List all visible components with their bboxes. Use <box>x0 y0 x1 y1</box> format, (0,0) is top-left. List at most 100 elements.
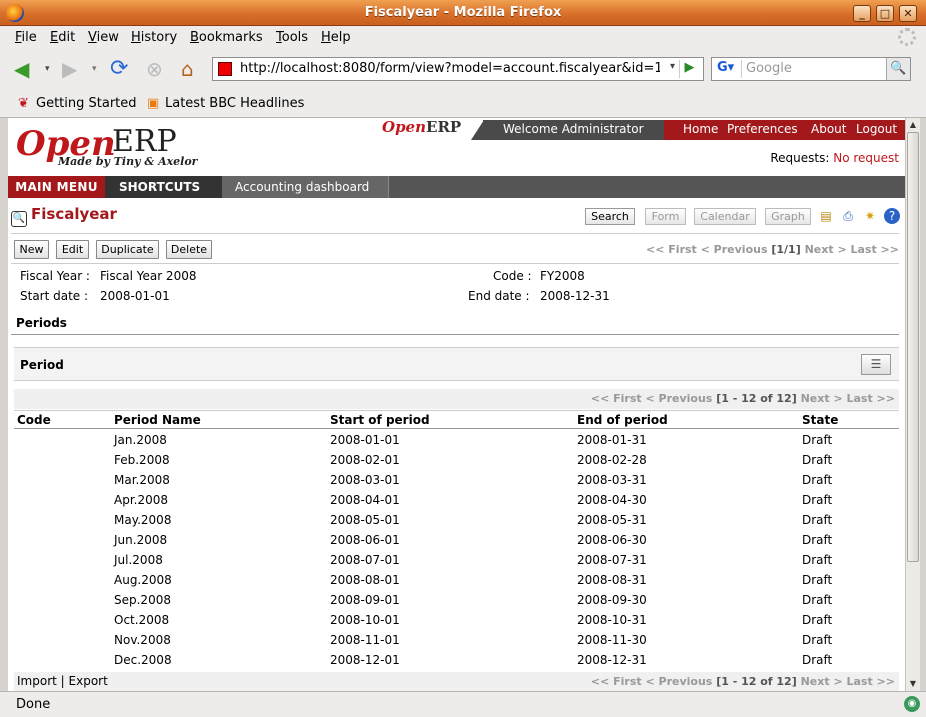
cell-state: Draft <box>802 633 833 647</box>
menu-edit[interactable]: Edit <box>50 30 75 45</box>
close-button[interactable]: ✕ <box>899 5 917 22</box>
delete-button[interactable]: Delete <box>166 240 212 259</box>
divider <box>11 233 899 234</box>
main-menu-tab[interactable]: MAIN MENU <box>8 176 105 198</box>
new-button[interactable]: New <box>14 240 49 259</box>
scroll-thumb[interactable] <box>907 132 919 562</box>
cell-name: Jun.2008 <box>114 533 168 547</box>
table-row[interactable]: Aug.2008 2008-08-01 2008-08-31 Draft <box>14 571 899 591</box>
url-bar[interactable]: http://localhost:8080/form/view?model=ac… <box>212 57 704 81</box>
top-user-bar: Welcome Administrator Home Preferences A… <box>471 120 905 140</box>
end-date-value: 2008-12-31 <box>540 289 610 303</box>
table-row[interactable]: Apr.2008 2008-04-01 2008-04-30 Draft <box>14 491 899 511</box>
menu-file[interactable]: File <box>15 30 37 45</box>
reload-icon[interactable]: ⟳ <box>110 56 128 82</box>
go-arrow-icon[interactable]: ▶ <box>679 60 699 78</box>
table-row[interactable]: Mar.2008 2008-03-01 2008-03-31 Draft <box>14 471 899 491</box>
stop-icon[interactable]: ⊗ <box>146 56 163 82</box>
url-text[interactable]: http://localhost:8080/form/view?model=ac… <box>240 61 660 76</box>
requests-label: Requests: <box>770 151 830 165</box>
bookmark-getting-started[interactable]: Getting Started <box>36 96 137 111</box>
google-engine-icon[interactable]: G▾ <box>714 60 742 78</box>
form-pager[interactable]: << First < Previous [1/1] Next > Last >> <box>646 243 899 256</box>
maximize-button[interactable]: □ <box>876 5 894 22</box>
grid-footer-pager[interactable]: << First < Previous [1 - 12 of 12] Next … <box>591 675 895 688</box>
scroll-down-icon[interactable]: ▼ <box>906 677 920 691</box>
shortcut-accounting-dashboard[interactable]: Accounting dashboard <box>222 176 389 198</box>
menu-history[interactable]: History <box>131 30 177 45</box>
graph-view-button[interactable]: Graph <box>765 208 811 225</box>
minimize-button[interactable]: _ <box>853 5 871 22</box>
export-link[interactable]: Export <box>69 674 108 688</box>
cell-state: Draft <box>802 453 833 467</box>
getting-started-icon: ❦ <box>18 96 29 111</box>
cell-start: 2008-05-01 <box>330 513 400 527</box>
search-icon[interactable]: 🔍 <box>886 58 910 80</box>
cell-end: 2008-03-31 <box>577 473 647 487</box>
scroll-up-icon[interactable]: ▲ <box>906 118 920 132</box>
back-history-chevron-icon[interactable]: ▾ <box>45 56 50 82</box>
table-row[interactable]: Feb.2008 2008-02-01 2008-02-28 Draft <box>14 451 899 471</box>
help-icon[interactable]: ? <box>884 208 900 224</box>
cell-name: Feb.2008 <box>114 453 170 467</box>
search-placeholder[interactable]: Google <box>746 61 792 76</box>
form-title: 🔍 Fiscalyear <box>11 205 117 227</box>
grid-pager[interactable]: << First < Previous [1 - 12 of 12] Next … <box>591 392 895 405</box>
notes-icon[interactable]: ▤ <box>818 208 834 224</box>
column-start-of-period[interactable]: Start of period <box>330 413 430 427</box>
search-box[interactable]: G▾ Google 🔍 <box>711 57 911 81</box>
shortcuts-tab[interactable]: SHORTCUTS <box>105 176 225 198</box>
requests-value[interactable]: No request <box>833 151 899 165</box>
menu-view[interactable]: View <box>88 30 119 45</box>
back-arrow-icon[interactable]: ◀ <box>14 56 29 82</box>
menu-bookmarks[interactable]: Bookmarks <box>190 30 263 45</box>
table-row[interactable]: Sep.2008 2008-09-01 2008-09-30 Draft <box>14 591 899 611</box>
home-icon[interactable]: ⌂ <box>181 56 194 82</box>
vertical-scrollbar[interactable]: ▲ ▼ <box>905 118 920 691</box>
addon-status-icon[interactable]: ◉ <box>904 696 920 712</box>
url-dropdown-icon[interactable]: ▾ <box>670 61 675 72</box>
form-view-button[interactable]: Form <box>645 208 686 225</box>
table-row[interactable]: Oct.2008 2008-10-01 2008-10-31 Draft <box>14 611 899 631</box>
column-end-of-period[interactable]: End of period <box>577 413 668 427</box>
cell-end: 2008-06-30 <box>577 533 647 547</box>
table-row[interactable]: May.2008 2008-05-01 2008-05-31 Draft <box>14 511 899 531</box>
cell-state: Draft <box>802 433 833 447</box>
table-row[interactable]: Jun.2008 2008-06-01 2008-06-30 Draft <box>14 531 899 551</box>
cell-end: 2008-05-31 <box>577 513 647 527</box>
cell-start: 2008-04-01 <box>330 493 400 507</box>
calendar-view-button[interactable]: Calendar <box>694 208 756 225</box>
cell-name: Sep.2008 <box>114 593 171 607</box>
page-content: Open ERP Made by Tiny & Axelor OpenERP W… <box>8 118 905 691</box>
edit-button[interactable]: Edit <box>56 240 89 259</box>
form-pager-count: [1/1] <box>771 243 801 256</box>
table-row[interactable]: Jul.2008 2008-07-01 2008-07-31 Draft <box>14 551 899 571</box>
cell-end: 2008-01-31 <box>577 433 647 447</box>
cell-state: Draft <box>802 513 833 527</box>
duplicate-button[interactable]: Duplicate <box>96 240 159 259</box>
grid-footer-pager-count: [1 - 12 of 12] <box>716 675 797 688</box>
table-row[interactable]: Nov.2008 2008-11-01 2008-11-30 Draft <box>14 631 899 651</box>
small-logo-erp: ERP <box>426 118 462 136</box>
forward-history-chevron-icon[interactable]: ▾ <box>92 56 97 82</box>
grid-pager-count: [1 - 12 of 12] <box>716 392 797 405</box>
column-code[interactable]: Code <box>17 413 51 427</box>
bookmark-bbc-headlines[interactable]: Latest BBC Headlines <box>165 96 304 111</box>
preferences-link[interactable]: Preferences <box>727 122 798 136</box>
table-row[interactable]: Jan.2008 2008-01-01 2008-01-31 Draft <box>14 431 899 451</box>
import-link[interactable]: Import <box>17 674 57 688</box>
forward-arrow-icon[interactable]: ▶ <box>62 56 77 82</box>
search-view-button[interactable]: Search <box>585 208 635 225</box>
column-state[interactable]: State <box>802 413 838 427</box>
logout-link[interactable]: Logout <box>856 122 897 136</box>
about-link[interactable]: About <box>811 122 846 136</box>
table-row[interactable]: Dec.2008 2008-12-01 2008-12-31 Draft <box>14 651 899 671</box>
star-burst-icon[interactable]: ✷ <box>862 208 878 224</box>
menu-help[interactable]: Help <box>321 30 351 45</box>
menu-tools[interactable]: Tools <box>276 30 308 45</box>
column-period-name[interactable]: Period Name <box>114 413 201 427</box>
cell-end: 2008-02-28 <box>577 453 647 467</box>
home-link[interactable]: Home <box>683 122 718 136</box>
list-view-icon[interactable]: ☰ <box>861 354 891 375</box>
print-icon[interactable]: ⎙ <box>840 208 856 224</box>
